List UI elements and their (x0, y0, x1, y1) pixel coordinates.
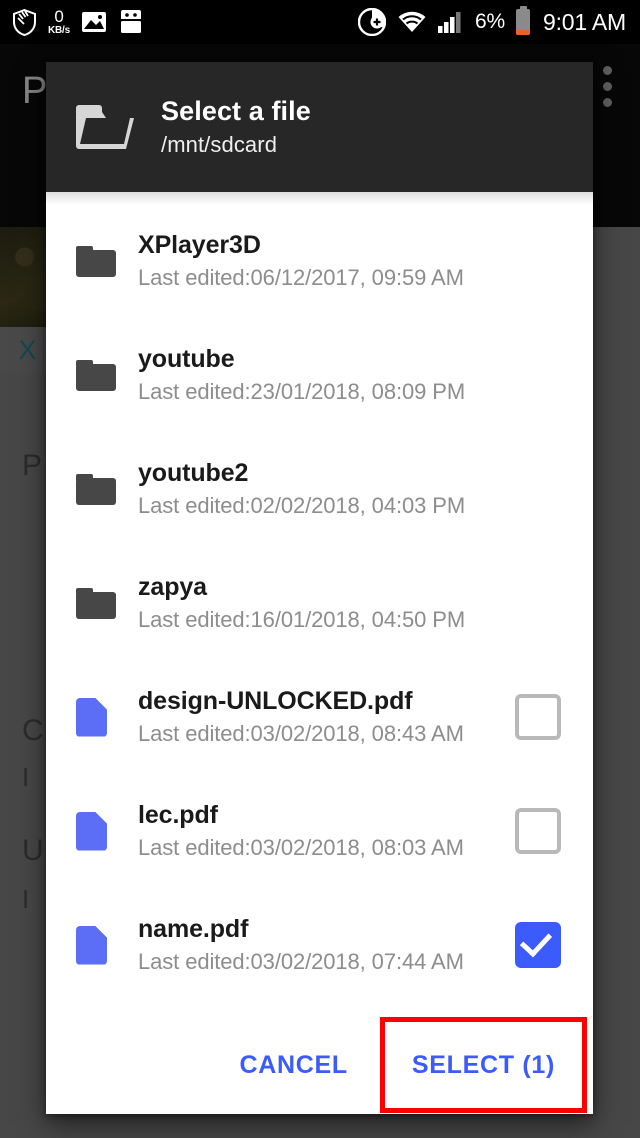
item-name: zapya (138, 573, 207, 602)
file-icon (76, 697, 128, 737)
android-robot-icon (118, 10, 144, 34)
battery-percent: 6% (475, 10, 505, 33)
item-name: youtube2 (138, 459, 249, 488)
item-checkbox[interactable] (515, 808, 561, 854)
item-meta: Last edited:03/02/2018, 08:43 AM (138, 720, 464, 746)
list-item[interactable]: design-UNLOCKED.pdf Last edited:03/02/20… (46, 660, 593, 774)
status-bar: 0 KB/s 6% 9:01 AM (0, 0, 640, 44)
file-picker-dialog: Select a file /mnt/sdcard XPlayer3D Last… (46, 62, 593, 1114)
network-speed-unit: KB/s (48, 25, 70, 36)
file-list[interactable]: XPlayer3D Last edited:06/12/2017, 09:59 … (46, 204, 593, 1016)
data-saver-plus-icon (358, 8, 387, 36)
item-name: youtube (138, 345, 235, 374)
folder-icon (76, 473, 128, 505)
cancel-button[interactable]: CANCEL (218, 1035, 370, 1096)
folder-icon (76, 359, 128, 391)
dialog-actions: CANCEL SELECT (1) (46, 1016, 593, 1114)
item-name: design-UNLOCKED.pdf (138, 687, 413, 716)
item-checkbox[interactable] (515, 694, 561, 740)
cellular-signal-icon (438, 11, 464, 33)
list-item[interactable]: lec.pdf Last edited:03/02/2018, 08:03 AM (46, 774, 593, 888)
item-name: XPlayer3D (138, 231, 261, 260)
item-name: lec.pdf (138, 801, 218, 830)
network-speed-value: 0 (54, 7, 64, 26)
image-icon (81, 11, 107, 33)
item-name: name.pdf (138, 915, 249, 944)
item-meta: Last edited:06/12/2017, 09:59 AM (138, 264, 464, 290)
list-item[interactable]: youtube Last edited:23/01/2018, 08:09 PM (46, 318, 593, 432)
item-checkbox-checked[interactable] (515, 922, 561, 968)
folder-icon (76, 587, 128, 619)
dialog-path: /mnt/sdcard (161, 132, 278, 158)
wifi-icon (397, 11, 427, 34)
list-item[interactable]: name.pdf Last edited:03/02/2018, 07:44 A… (46, 888, 593, 1002)
clock: 9:01 AM (543, 8, 626, 35)
network-speed-indicator: 0 KB/s (48, 8, 70, 36)
shield-hand-icon (12, 8, 37, 36)
list-item[interactable]: XPlayer3D Last edited:06/12/2017, 09:59 … (46, 204, 593, 318)
file-icon (76, 925, 128, 965)
item-meta: Last edited:16/01/2018, 04:50 PM (138, 606, 466, 632)
item-meta: Last edited:23/01/2018, 08:09 PM (138, 378, 466, 404)
list-item[interactable]: youtube2 Last edited:02/02/2018, 04:03 P… (46, 432, 593, 546)
file-icon (76, 811, 128, 851)
folder-icon (76, 245, 128, 277)
select-button[interactable]: SELECT (1) (390, 1035, 577, 1096)
item-meta: Last edited:02/02/2018, 04:03 PM (138, 492, 466, 518)
item-meta: Last edited:03/02/2018, 08:03 AM (138, 834, 464, 860)
list-item[interactable]: zapya Last edited:16/01/2018, 04:50 PM (46, 546, 593, 660)
dialog-title: Select a file (161, 95, 311, 126)
dialog-header: Select a file /mnt/sdcard (46, 62, 593, 192)
header-shadow (46, 192, 593, 204)
open-folder-icon (76, 105, 134, 149)
item-meta: Last edited:03/02/2018, 07:44 AM (138, 948, 464, 974)
battery-low-icon (516, 6, 530, 35)
